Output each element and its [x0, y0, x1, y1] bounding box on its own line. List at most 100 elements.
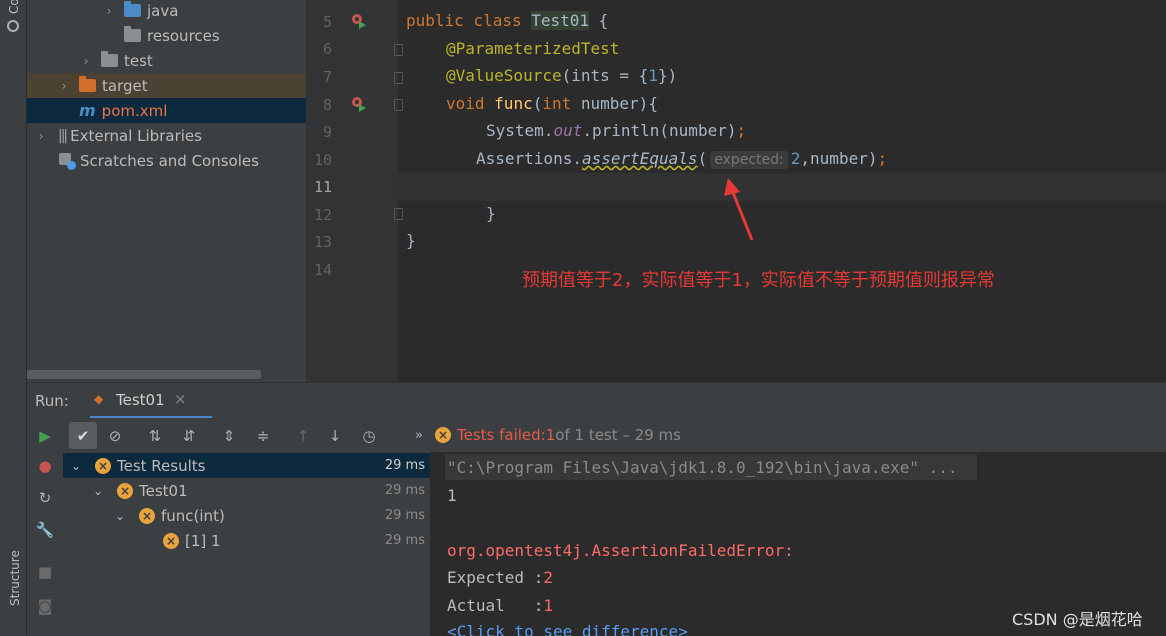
show-ignored-icon[interactable]: ⊘ — [105, 426, 125, 446]
tree-item-label: External Libraries — [70, 126, 202, 145]
code-line-6: @ParameterizedTest — [446, 39, 620, 58]
chevron-right-icon[interactable]: › — [79, 54, 93, 68]
line-number: 7 — [322, 68, 332, 86]
folder-icon — [101, 51, 118, 67]
see-difference-link[interactable]: <Click to see difference> — [447, 622, 688, 636]
editor-gutter: 5 6 7 8 9 10 11 12 13 14 — [306, 0, 403, 382]
chevron-right-icon[interactable]: › — [57, 79, 71, 93]
result-time: 29 ms — [384, 458, 425, 473]
collapse-all-icon[interactable]: ≑ — [253, 426, 273, 446]
sort-by-duration-icon[interactable]: ⇵ — [179, 426, 199, 446]
run-tab-test01[interactable]: ◆ Test01 × — [90, 383, 212, 419]
run-side-toolbar: ● ↻ 🔧 ■ ◙ — [27, 452, 63, 636]
code-line-8: void func(int number){ — [446, 94, 658, 113]
tree-item-scratches[interactable]: Scratches and Consoles — [27, 148, 306, 173]
tree-item-func[interactable]: ⌄ × func(int) 29 ms — [63, 503, 430, 528]
run-test-icon[interactable] — [350, 95, 368, 117]
test-status: × Tests failed: 1 of 1 test – 29 ms — [435, 426, 681, 444]
close-icon[interactable]: × — [174, 390, 187, 408]
failed-icon: × — [139, 507, 155, 524]
tree-item-test01[interactable]: ⌄ × Test01 29 ms — [63, 478, 430, 503]
sort-alphabetically-icon[interactable]: ⇅ — [145, 426, 165, 446]
scratches-icon — [59, 153, 76, 170]
console-expected-line: Expected :2 — [447, 568, 553, 587]
show-passed-icon[interactable]: ✔ — [73, 426, 93, 446]
excluded-folder-icon — [79, 76, 96, 92]
fold-icon[interactable] — [394, 208, 403, 220]
next-failed-icon[interactable]: ↓ — [325, 426, 345, 446]
tree-item-target[interactable]: › target — [27, 73, 306, 98]
code-line-10: Assertions.assertEquals(expected: 2,numbe… — [476, 149, 888, 169]
result-time: 29 ms — [384, 508, 425, 523]
previous-failed-icon[interactable]: ↑ — [293, 426, 313, 446]
console-actual-line: Actual :1 — [447, 596, 553, 615]
chevron-down-icon[interactable]: ⌄ — [93, 484, 111, 498]
code-editor[interactable]: 5 6 7 8 9 10 11 12 13 14 public class Te… — [306, 0, 1166, 382]
maven-icon: m — [79, 101, 96, 120]
watermark: CSDN @是烟花哈 — [1012, 610, 1143, 629]
tree-item-label: target — [102, 76, 148, 95]
stop-icon[interactable]: ■ — [35, 562, 55, 582]
tree-item-label: java — [147, 1, 179, 20]
annotation-arrow — [724, 178, 754, 241]
current-line-highlight — [398, 173, 1166, 201]
toggle-auto-test-icon[interactable]: ↻ — [35, 488, 55, 508]
code-line-12: } — [486, 204, 496, 223]
tree-item-case-1[interactable]: × [1] 1 29 ms — [63, 528, 430, 553]
tree-item-pom[interactable]: m pom.xml — [27, 98, 306, 123]
line-number: 6 — [322, 40, 332, 58]
horizontal-scrollbar[interactable] — [27, 370, 261, 379]
run-test-icon[interactable] — [350, 12, 368, 34]
parameter-hint: expected: — [710, 151, 788, 169]
chevron-right-icon[interactable]: › — [34, 129, 48, 143]
fold-icon[interactable] — [394, 72, 403, 84]
camera-icon[interactable]: ◙ — [35, 596, 55, 616]
result-label: func(int) — [161, 506, 225, 525]
tree-item-label: test — [124, 51, 153, 70]
failed-icon: × — [435, 427, 451, 443]
test-results-tree: ⌄ × Test Results 29 ms ⌄ × Test01 29 ms … — [63, 452, 430, 636]
tree-item-test[interactable]: › test — [27, 48, 306, 73]
run-label: Run: — [35, 392, 69, 410]
fold-icon[interactable] — [394, 99, 403, 111]
fold-icon[interactable] — [394, 44, 403, 56]
more-icon[interactable]: » — [409, 426, 429, 446]
line-number: 11 — [313, 178, 332, 196]
tree-item-resources[interactable]: resources — [27, 23, 306, 48]
commit-icon[interactable] — [7, 20, 19, 32]
line-number: 12 — [313, 206, 332, 224]
line-number: 8 — [322, 96, 332, 114]
libraries-icon: ||| — [58, 127, 68, 144]
failed-icon: × — [95, 457, 111, 474]
tree-item-java[interactable]: › java — [27, 0, 306, 23]
test-config-icon: ◆ — [94, 392, 104, 406]
tree-item-label: pom.xml — [101, 101, 168, 120]
commit-tool-label[interactable]: Co — [7, 0, 21, 14]
chevron-down-icon[interactable]: ⌄ — [71, 459, 89, 473]
line-number: 5 — [322, 13, 332, 31]
expand-all-icon[interactable]: ⇕ — [219, 426, 239, 446]
tree-item-label: Scratches and Consoles — [80, 151, 259, 170]
test-history-icon[interactable]: ◷ — [359, 426, 379, 446]
result-time: 29 ms — [384, 533, 425, 548]
console-command[interactable]: "C:\Program Files\Java\jdk1.8.0_192\bin\… — [447, 458, 958, 477]
left-tool-strip: Co Structure — [0, 0, 27, 636]
code-line-13: } — [406, 231, 416, 250]
result-label: [1] 1 — [185, 531, 221, 550]
result-label: Test Results — [117, 456, 206, 475]
console-output-line: 1 — [447, 486, 457, 505]
wrench-icon[interactable]: 🔧 — [35, 520, 55, 540]
chevron-down-icon[interactable]: ⌄ — [115, 509, 133, 523]
failed-icon: × — [117, 482, 133, 499]
structure-tool-label[interactable]: Structure — [8, 550, 22, 606]
run-panel-header: Run: ◆ Test01 × — [27, 382, 1166, 419]
tree-item-label: resources — [147, 26, 220, 45]
line-number: 14 — [313, 261, 332, 279]
tree-item-external-libraries[interactable]: › ||| External Libraries — [27, 123, 306, 148]
rerun-icon[interactable]: ▶ — [35, 426, 55, 446]
project-tree: › java resources › test › target m pom.x… — [27, 0, 306, 382]
rerun-failed-icon[interactable]: ● — [35, 456, 55, 476]
result-time: 29 ms — [384, 483, 425, 498]
chevron-right-icon[interactable]: › — [102, 4, 116, 18]
tree-item-test-results[interactable]: ⌄ × Test Results 29 ms — [63, 453, 430, 478]
